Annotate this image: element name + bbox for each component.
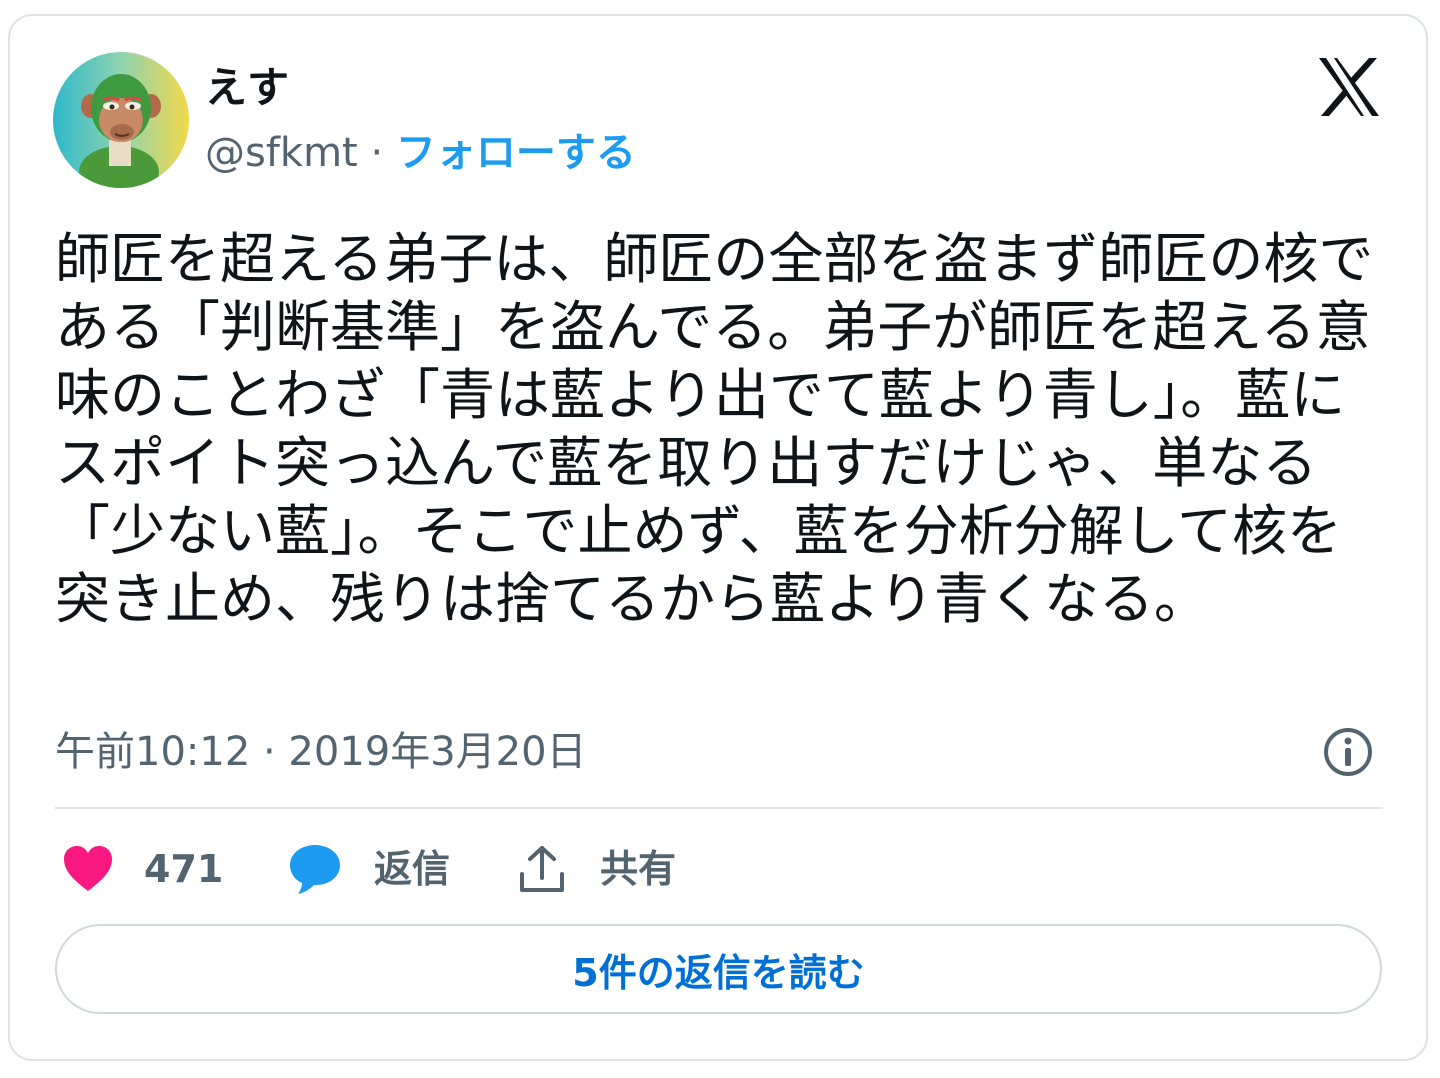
share-upload-icon xyxy=(520,846,564,892)
follow-button[interactable]: フォローする xyxy=(396,130,636,176)
like-count: 471 xyxy=(144,847,224,891)
speech-bubble-icon xyxy=(290,845,340,894)
x-logo-icon[interactable] xyxy=(1317,57,1381,117)
like-button[interactable]: 471 xyxy=(62,838,223,900)
read-replies-label: 5件の返信を読む xyxy=(572,950,865,995)
read-replies-button[interactable]: 5件の返信を読む xyxy=(55,924,1382,1014)
avatar[interactable] xyxy=(53,52,189,188)
handle-row: @sfkmt · フォローする xyxy=(205,124,636,182)
divider xyxy=(55,807,1383,809)
display-name[interactable]: えす xyxy=(205,58,289,118)
share-button[interactable]: 共有 xyxy=(518,838,676,900)
tweet-text: 師匠を超える弟子は、師匠の全部を盗まず師匠の核である「判断基準」を盗んでる。弟子… xyxy=(55,227,1374,631)
reply-label: 返信 xyxy=(374,847,451,891)
separator-dot: · xyxy=(357,130,396,176)
user-handle[interactable]: @sfkmt xyxy=(205,130,358,176)
share-label: 共有 xyxy=(600,847,677,891)
info-icon[interactable] xyxy=(1322,726,1374,778)
monkey-avatar-icon xyxy=(53,52,189,188)
tweet-timestamp[interactable]: 午前10:12 · 2019年3月20日 xyxy=(55,724,587,780)
heart-icon xyxy=(64,846,112,891)
reply-button[interactable]: 返信 xyxy=(288,838,450,900)
